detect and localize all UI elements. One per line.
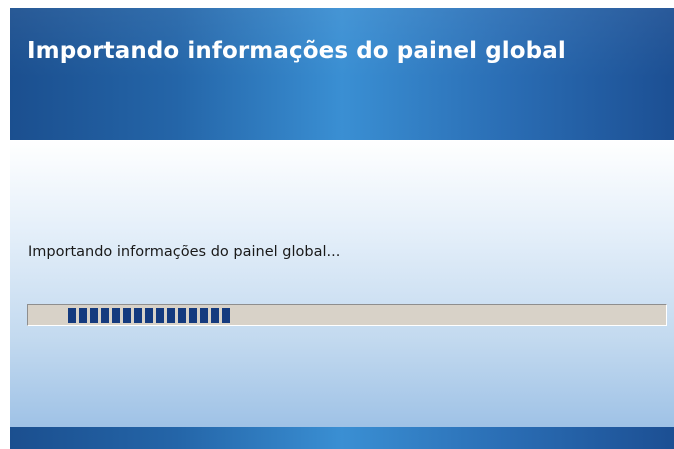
- progress-block: [123, 308, 131, 323]
- progress-block: [145, 308, 153, 323]
- progress-block: [189, 308, 197, 323]
- progress-block: [211, 308, 219, 323]
- progress-block: [178, 308, 186, 323]
- progress-block: [68, 308, 76, 323]
- progress-block: [79, 308, 87, 323]
- progress-block: [90, 308, 98, 323]
- progress-block: [101, 308, 109, 323]
- dialog-header: Importando informações do painel global: [10, 8, 674, 140]
- progress-block: [134, 308, 142, 323]
- progress-marquee: [68, 308, 230, 323]
- status-message: Importando informações do painel global.…: [28, 244, 341, 260]
- progress-bar: [27, 304, 667, 326]
- progress-block: [200, 308, 208, 323]
- dialog-title: Importando informações do painel global: [27, 38, 566, 64]
- dialog-footer: [10, 427, 674, 449]
- progress-block: [112, 308, 120, 323]
- import-dialog: Importando informações do painel global …: [10, 8, 674, 449]
- progress-block: [167, 308, 175, 323]
- progress-block: [156, 308, 164, 323]
- dialog-body: Importando informações do painel global.…: [10, 140, 674, 427]
- progress-block: [222, 308, 230, 323]
